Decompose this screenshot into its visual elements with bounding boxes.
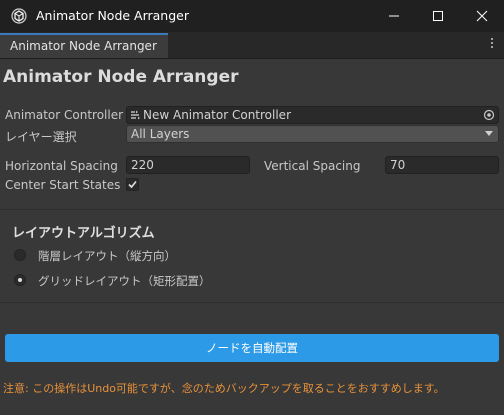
controller-label: Animator Controller <box>5 108 124 122</box>
tab-bar: Animator Node Arranger <box>0 32 504 59</box>
tab-animator-node-arranger[interactable]: Animator Node Arranger <box>0 33 168 58</box>
center-start-states-checkbox[interactable] <box>126 178 139 191</box>
radio-grid-label[interactable]: グリッドレイアウト（矩形配置） <box>38 273 211 289</box>
radio-hierarchical-label[interactable]: 階層レイアウト（縦方向） <box>38 248 176 264</box>
warning-text: 注意: この操作はUndo可能ですが、念のためバックアップを取ることをおすすめし… <box>3 382 445 395</box>
animator-controller-icon <box>131 110 140 120</box>
title-bar: Animator Node Arranger <box>0 0 504 32</box>
close-icon <box>476 10 488 22</box>
horizontal-spacing-value: 220 <box>131 158 154 172</box>
controller-value: New Animator Controller <box>143 108 292 122</box>
radio-grid[interactable] <box>14 274 26 286</box>
window-title: Animator Node Arranger <box>36 8 189 23</box>
maximize-icon <box>433 11 443 21</box>
close-button[interactable] <box>460 0 504 32</box>
vertical-spacing-value: 70 <box>390 158 406 172</box>
maximize-button[interactable] <box>416 0 460 32</box>
auto-arrange-button[interactable]: ノードを自動配置 <box>5 334 499 362</box>
divider <box>0 302 504 303</box>
unity-icon <box>11 8 27 24</box>
minimize-icon <box>389 15 399 17</box>
dropdown-arrow-icon <box>485 131 493 136</box>
minimize-button[interactable] <box>372 0 416 32</box>
center-start-states-label: Center Start States <box>5 178 121 192</box>
vertical-spacing-label: Vertical Spacing <box>264 159 361 173</box>
vertical-spacing-input[interactable]: 70 <box>385 156 499 174</box>
controller-field[interactable]: New Animator Controller <box>126 106 499 124</box>
object-picker-icon[interactable] <box>483 109 495 121</box>
algorithm-title: レイアウトアルゴリズム <box>12 226 155 241</box>
checkmark-icon <box>128 180 137 189</box>
layer-dropdown[interactable]: All Layers <box>126 125 499 143</box>
more-icon[interactable] <box>490 38 494 52</box>
divider <box>0 209 504 210</box>
page-title: Animator Node Arranger <box>3 67 239 87</box>
radio-hierarchical[interactable] <box>14 249 26 261</box>
layer-value: All Layers <box>131 127 190 141</box>
horizontal-spacing-input[interactable]: 220 <box>126 156 250 174</box>
layer-label: レイヤー選択 <box>5 130 77 144</box>
horizontal-spacing-label: Horizontal Spacing <box>5 159 118 173</box>
tab-label: Animator Node Arranger <box>10 39 157 53</box>
